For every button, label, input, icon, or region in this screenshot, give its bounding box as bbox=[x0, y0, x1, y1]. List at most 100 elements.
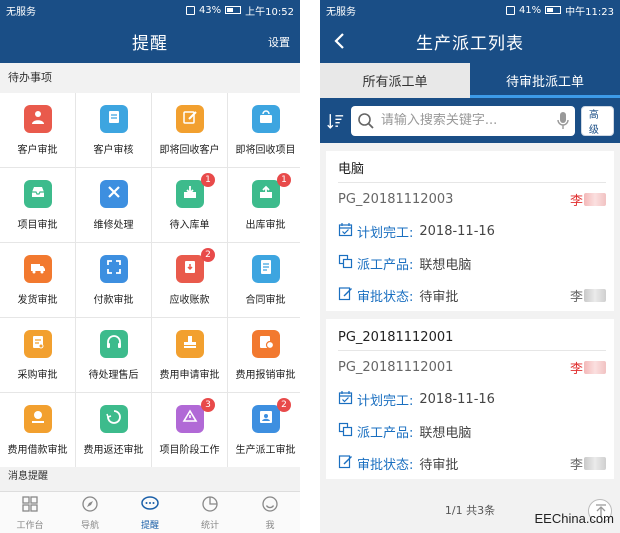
todo-section-title: 待办事项 bbox=[0, 63, 300, 93]
status-bar: 无服务 41% 中午11:23 bbox=[320, 0, 620, 20]
todo-item[interactable]: 费用报销审批 bbox=[228, 318, 300, 392]
wrench-icon bbox=[99, 179, 128, 208]
todo-item-label: 客户审核 bbox=[93, 144, 134, 156]
expand-icon bbox=[99, 254, 128, 283]
todo-item[interactable]: 付款审批 bbox=[76, 243, 151, 317]
approver-surname: 李 bbox=[569, 457, 583, 473]
todo-item-label: 合同审批 bbox=[245, 294, 286, 306]
todo-item[interactable]: 项目阶段工作 3 bbox=[152, 393, 227, 467]
inbox-icon bbox=[23, 179, 52, 208]
todo-item[interactable]: 待处理售后 bbox=[76, 318, 151, 392]
todo-item[interactable]: 发货审批 bbox=[0, 243, 75, 317]
tab-pie-chart[interactable]: 统计 bbox=[180, 492, 240, 533]
page-title: 生产派工列表 bbox=[416, 34, 524, 54]
tab-label: 统计 bbox=[200, 520, 219, 531]
back-arrow-icon[interactable] bbox=[332, 32, 348, 50]
headset-icon bbox=[99, 329, 128, 358]
battery-icon bbox=[225, 6, 242, 14]
status-row-value: 待审批 bbox=[419, 289, 459, 305]
chat-bubble-icon bbox=[141, 495, 159, 518]
todo-item-label: 生产派工审批 bbox=[235, 444, 296, 456]
calendar-icon bbox=[338, 390, 357, 409]
product-row: 派工产品: 联想电脑 bbox=[338, 415, 606, 447]
smile-icon bbox=[261, 495, 279, 518]
pie-chart-icon bbox=[201, 495, 219, 518]
todo-item[interactable]: 即将回收项目 bbox=[228, 93, 300, 167]
tab-pending-dispatch[interactable]: 待审批派工单 bbox=[470, 63, 620, 98]
carrier-text: 无服务 bbox=[6, 6, 36, 18]
copy-icon bbox=[338, 422, 357, 441]
count-badge: 1 bbox=[277, 173, 291, 187]
tab-label: 提醒 bbox=[140, 520, 159, 531]
todo-item-label: 客户审批 bbox=[17, 144, 58, 156]
todo-item[interactable]: 费用返还审批 bbox=[76, 393, 151, 467]
todo-item[interactable]: 费用借款审批 bbox=[0, 393, 75, 467]
todo-item-label: 即将回收客户 bbox=[159, 144, 220, 156]
upload-box-icon bbox=[251, 179, 280, 208]
todo-item[interactable]: 应收账款 2 bbox=[152, 243, 227, 317]
calendar-icon bbox=[338, 222, 357, 241]
tab-navigation[interactable]: 导航 bbox=[60, 492, 120, 533]
recycle-box-icon bbox=[251, 104, 280, 133]
truck-icon bbox=[23, 254, 52, 283]
refund-icon bbox=[99, 404, 128, 433]
plan-row-value: 2018-11-16 bbox=[419, 391, 495, 407]
tab-label: 我 bbox=[265, 520, 275, 531]
todo-item[interactable]: 客户审核 bbox=[76, 93, 151, 167]
todo-item[interactable]: 生产派工审批 2 bbox=[228, 393, 300, 467]
tab-all-dispatch[interactable]: 所有派工单 bbox=[320, 63, 470, 98]
redacted-name bbox=[584, 192, 606, 206]
todo-item-label: 项目阶段工作 bbox=[159, 444, 220, 456]
tab-grid[interactable]: 工作台 bbox=[0, 492, 60, 533]
dispatch-code: PG_20181112003 bbox=[338, 191, 454, 207]
tab-label: 工作台 bbox=[16, 520, 44, 531]
owner-surname: 李 bbox=[569, 361, 583, 377]
todo-item[interactable]: 合同审批 bbox=[228, 243, 300, 317]
purchase-icon bbox=[23, 329, 52, 358]
dispatch-list: 电脑 PG_20181112003 李计划完工: 2018-11-16 派工产品: 联想电… bbox=[320, 151, 620, 479]
todo-item-label: 费用申请审批 bbox=[159, 369, 220, 381]
todo-item[interactable]: 费用申请审批 bbox=[152, 318, 227, 392]
product-row-label: 派工产品: bbox=[357, 425, 414, 441]
battery-icon bbox=[545, 6, 562, 14]
approver-surname: 李 bbox=[569, 289, 583, 305]
sort-icon[interactable] bbox=[326, 110, 345, 132]
download-box-icon bbox=[175, 179, 204, 208]
advanced-search-button[interactable]: 高级 bbox=[580, 105, 614, 136]
settings-button[interactable]: 设置 bbox=[268, 34, 290, 50]
battery-percent: 41% bbox=[518, 4, 542, 16]
todo-item[interactable]: 即将回收客户 bbox=[152, 93, 227, 167]
microphone-icon[interactable] bbox=[557, 111, 569, 131]
clock-text: 中午11:23 bbox=[565, 6, 614, 18]
todo-item[interactable]: 采购审批 bbox=[0, 318, 75, 392]
edit-doc-icon bbox=[338, 454, 357, 473]
search-box bbox=[350, 105, 575, 136]
tab-smile[interactable]: 我 bbox=[240, 492, 300, 533]
dispatch-card[interactable]: PG_20181112001 PG_20181112001 李计划完工: 2018-1… bbox=[326, 319, 614, 479]
todo-item-label: 待处理售后 bbox=[88, 369, 139, 381]
dispatch-card[interactable]: 电脑 PG_20181112003 李计划完工: 2018-11-16 派工产品: 联想电… bbox=[326, 151, 614, 311]
status-row-label: 审批状态: bbox=[357, 457, 414, 473]
user-approve-icon bbox=[23, 104, 52, 133]
todo-item[interactable]: 项目审批 bbox=[0, 168, 75, 242]
product-row-label: 派工产品: bbox=[357, 257, 414, 273]
plan-row-label: 计划完工: bbox=[357, 225, 414, 241]
search-input[interactable] bbox=[380, 113, 551, 128]
todo-item[interactable]: 维修处理 bbox=[76, 168, 151, 242]
tab-label: 导航 bbox=[80, 520, 99, 531]
approver-name: 李 bbox=[570, 286, 606, 305]
todo-item[interactable]: 客户审批 bbox=[0, 93, 75, 167]
card-title: PG_20181112001 bbox=[338, 325, 606, 351]
todo-item[interactable]: 待入库单 1 bbox=[152, 168, 227, 242]
count-badge: 2 bbox=[277, 398, 291, 412]
todo-item-label: 出库审批 bbox=[245, 219, 286, 231]
signal-icon bbox=[505, 5, 515, 15]
plan-row: 计划完工: 2018-11-16 bbox=[338, 215, 606, 247]
todo-item-label: 费用报销审批 bbox=[235, 369, 296, 381]
todo-item-label: 付款审批 bbox=[93, 294, 134, 306]
status-row-value: 待审批 bbox=[419, 457, 459, 473]
header: 提醒 设置 bbox=[0, 20, 300, 63]
tab-chat-bubble[interactable]: 提醒 bbox=[120, 492, 180, 533]
redacted-name bbox=[584, 288, 606, 302]
todo-item[interactable]: 出库审批 1 bbox=[228, 168, 300, 242]
